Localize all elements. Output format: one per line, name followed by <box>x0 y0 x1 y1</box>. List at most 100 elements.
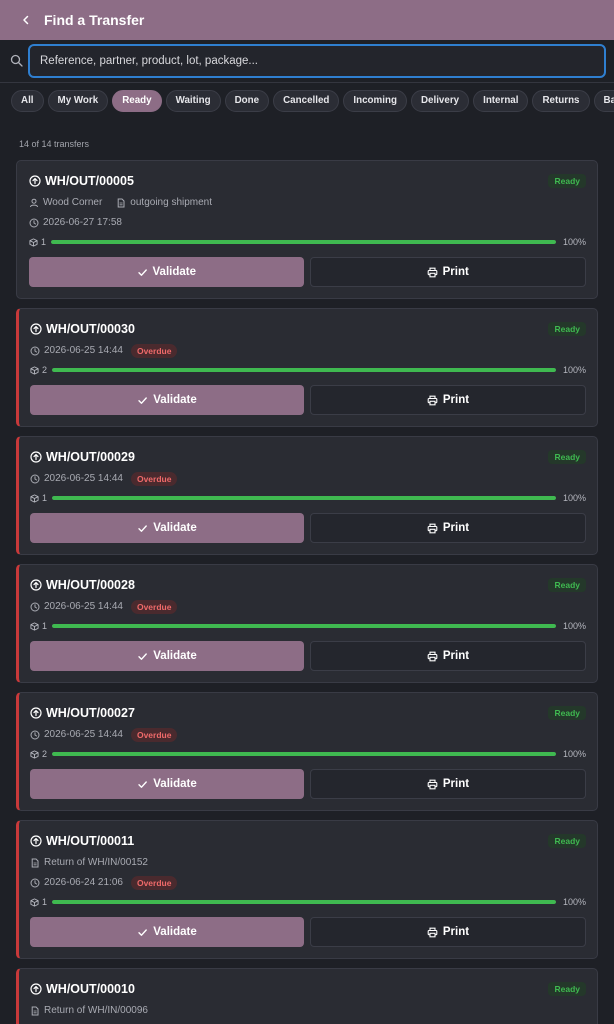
card-header: WH/OUT/00027 Ready <box>30 705 586 721</box>
filter-chip-incoming[interactable]: Incoming <box>343 89 407 112</box>
progress-bar <box>51 240 556 244</box>
source-document: outgoing shipment <box>130 197 213 208</box>
search-bar <box>0 40 614 83</box>
print-label: Print <box>442 522 470 534</box>
transfer-card[interactable]: WH/OUT/00030 Ready 2026-06-25 14:44 Overdue… <box>16 308 598 427</box>
quantity: 2 <box>42 365 48 375</box>
print-button[interactable]: Print <box>310 513 586 543</box>
print-button[interactable]: Print <box>310 769 586 799</box>
transfer-card[interactable]: WH/OUT/00011 Ready Return of WH/IN/00152 20… <box>16 820 598 959</box>
scheduled-date: 2026-06-25 14:44 <box>44 345 123 356</box>
printer-icon <box>427 523 438 534</box>
date-row: 2026-06-24 21:06 Overdue <box>30 875 586 890</box>
status-badge: Ready <box>548 174 586 188</box>
printer-icon <box>427 267 438 278</box>
document-icon <box>30 1006 40 1016</box>
progress-fill <box>51 240 556 244</box>
overdue-badge: Overdue <box>130 875 178 890</box>
filter-chip-internal[interactable]: Internal <box>473 89 529 112</box>
filter-chip-done[interactable]: Done <box>224 89 270 112</box>
transfer-card[interactable]: WH/OUT/00010 Ready Return of WH/IN/00096 <box>16 968 598 1024</box>
validate-button[interactable]: Validate <box>30 641 304 671</box>
clock-icon <box>30 346 40 356</box>
transfer-card[interactable]: WH/OUT/00027 Ready 2026-06-25 14:44 Overdue… <box>16 692 598 811</box>
progress-percent: 100% <box>562 237 586 247</box>
reference-group: WH/OUT/00005 <box>29 174 134 188</box>
status-badge: Ready <box>548 322 586 336</box>
progress-row: 2 100% <box>30 364 586 376</box>
card-actions: Validate Print <box>30 641 586 671</box>
progress-row: 1 100% <box>30 896 586 908</box>
validate-button[interactable]: Validate <box>30 917 304 947</box>
back-button[interactable] <box>16 10 36 30</box>
filter-chip-backorders[interactable]: Backorders <box>593 89 614 112</box>
validate-button[interactable]: Validate <box>30 769 304 799</box>
filter-chip-all[interactable]: All <box>11 89 44 112</box>
check-icon <box>137 779 148 790</box>
progress-row: 2 100% <box>30 748 586 760</box>
progress-bar <box>52 624 556 628</box>
validate-label: Validate <box>153 926 197 938</box>
print-button[interactable]: Print <box>310 917 586 947</box>
check-icon <box>137 927 148 938</box>
print-button[interactable]: Print <box>310 385 586 415</box>
progress-row: 1 100% <box>30 620 586 632</box>
partner-origin-row: Return of WH/IN/00096 <box>30 1004 586 1017</box>
filter-chip-my-work[interactable]: My Work <box>47 89 109 112</box>
print-label: Print <box>442 266 469 278</box>
document-icon <box>116 198 126 208</box>
filter-chip-cancelled[interactable]: Cancelled <box>273 89 340 112</box>
check-icon <box>137 395 148 406</box>
print-button[interactable]: Print <box>309 257 586 287</box>
reference-group: WH/OUT/00030 <box>30 322 135 336</box>
validate-button[interactable]: Validate <box>29 257 304 287</box>
transfer-card[interactable]: WH/OUT/00028 Ready 2026-06-25 14:44 Overdue… <box>16 564 598 683</box>
validate-button[interactable]: Validate <box>30 513 304 543</box>
card-header: WH/OUT/00011 Ready <box>30 833 586 849</box>
clock-icon <box>30 730 40 740</box>
card-actions: Validate Print <box>30 385 586 415</box>
validate-label: Validate <box>153 778 197 790</box>
progress-fill <box>52 496 556 500</box>
card-actions: Validate Print <box>30 769 586 799</box>
progress-percent: 100% <box>562 897 586 907</box>
overdue-badge: Overdue <box>130 727 178 742</box>
validate-label: Validate <box>153 394 197 406</box>
progress-row: 1 100% <box>30 492 586 504</box>
progress-fill <box>52 752 556 756</box>
partner-name: Wood Corner <box>43 197 103 208</box>
transfer-reference: WH/OUT/00029 <box>46 450 135 464</box>
transfer-card[interactable]: WH/OUT/00029 Ready 2026-06-25 14:44 Overdue… <box>16 436 598 555</box>
package-icon <box>30 897 39 907</box>
clock-icon <box>30 474 40 484</box>
progress-row: 1 100% <box>29 236 586 248</box>
scheduled-date: 2026-06-25 14:44 <box>44 473 123 484</box>
transfer-reference: WH/OUT/00027 <box>46 706 135 720</box>
transfer-reference: WH/OUT/00011 <box>46 834 135 848</box>
filter-chip-returns[interactable]: Returns <box>532 89 590 112</box>
package-icon <box>29 237 38 247</box>
card-actions: Validate Print <box>30 917 586 947</box>
partner-origin-row: Wood Corner outgoing shipment <box>29 196 586 209</box>
transfer-card[interactable]: WH/OUT/00005 Ready Wood Corner outgoing shi… <box>16 160 598 299</box>
overdue-badge: Overdue <box>130 471 178 486</box>
date-row: 2026-06-25 14:44 Overdue <box>30 343 586 358</box>
user-icon <box>29 198 39 208</box>
outgoing-arrow-icon <box>30 451 42 463</box>
outgoing-arrow-icon <box>29 175 41 187</box>
filter-chip-ready[interactable]: Ready <box>112 89 162 112</box>
clock-icon <box>29 218 39 228</box>
search-input[interactable] <box>28 44 606 78</box>
filter-chip-delivery[interactable]: Delivery <box>410 89 470 112</box>
status-badge: Ready <box>548 982 586 996</box>
print-button[interactable]: Print <box>310 641 586 671</box>
validate-label: Validate <box>152 266 196 278</box>
card-header: WH/OUT/00030 Ready <box>30 321 586 337</box>
validate-button[interactable]: Validate <box>30 385 304 415</box>
outgoing-arrow-icon <box>30 835 42 847</box>
transfer-reference: WH/OUT/00028 <box>46 578 135 592</box>
scheduled-date: 2026-06-25 14:44 <box>44 601 123 612</box>
scheduled-date: 2026-06-25 14:44 <box>44 729 123 740</box>
date-row: 2026-06-27 17:58 <box>29 216 586 229</box>
filter-chip-waiting[interactable]: Waiting <box>165 89 221 112</box>
